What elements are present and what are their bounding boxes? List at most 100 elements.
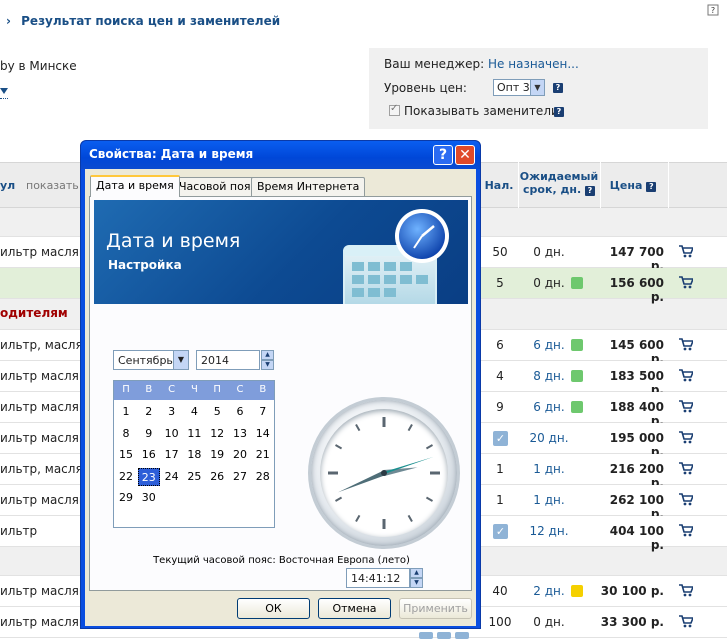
help-icon[interactable]: ?: [646, 182, 657, 192]
calendar-day[interactable]: 3: [161, 403, 183, 421]
cart-icon[interactable]: [679, 245, 695, 261]
show-toggle[interactable]: показать: [26, 179, 79, 192]
apply-button[interactable]: Применить: [399, 598, 472, 619]
checkbox-icon[interactable]: [389, 103, 400, 116]
calendar-day[interactable]: 5: [206, 403, 228, 421]
calendar-day[interactable]: 16: [138, 446, 160, 464]
availability-indicator: [571, 277, 583, 289]
calendar-day[interactable]: 18: [183, 446, 205, 464]
month-select[interactable]: Сентябрь ▼: [113, 350, 189, 370]
row-name[interactable]: ильтр маслян: [0, 369, 87, 383]
calendar-day[interactable]: 7: [252, 403, 274, 421]
calendar-day[interactable]: 2: [138, 403, 160, 421]
row-qty: 9: [496, 400, 504, 414]
calendar-day[interactable]: 4: [183, 403, 205, 421]
row-name[interactable]: ильтр маслян: [0, 431, 87, 445]
spin-up-icon[interactable]: ▲: [261, 350, 274, 360]
breadcrumb: › Результат поиска цен и заменителей: [6, 14, 280, 28]
calendar-day[interactable]: 25: [183, 468, 205, 486]
calendar-day[interactable]: 14: [252, 425, 274, 443]
price-level-select[interactable]: Опт 3 ▼: [493, 79, 545, 96]
timezone-text: Текущий часовой пояс: Восточная Европа (…: [153, 555, 410, 566]
calendar-day[interactable]: 26: [206, 468, 228, 486]
calendar-day[interactable]: 23: [137, 467, 160, 486]
tab-internet-time[interactable]: Время Интернета: [251, 177, 366, 196]
row-name[interactable]: ильтр маслян: [0, 615, 87, 629]
analog-clock: [308, 397, 460, 549]
calendar-day[interactable]: 19: [206, 446, 228, 464]
ok-button[interactable]: ОК: [237, 598, 310, 619]
cart-icon[interactable]: [679, 369, 695, 385]
pager-controls[interactable]: [418, 629, 470, 639]
dialog-body: Дата и время Часовой пояс Время Интернет…: [85, 169, 476, 626]
calendar-day[interactable]: 22: [115, 468, 137, 486]
calendar-day[interactable]: 1: [115, 403, 137, 421]
cart-icon[interactable]: [679, 431, 695, 447]
cart-icon[interactable]: [679, 493, 695, 509]
row-name[interactable]: ильтр маслян: [0, 245, 87, 259]
calendar-day[interactable]: 28: [252, 468, 274, 486]
row-name[interactable]: ильтр: [0, 524, 37, 538]
calendar-day[interactable]: 11: [183, 425, 205, 443]
cart-icon[interactable]: [679, 276, 695, 292]
tab-date-time[interactable]: Дата и время: [90, 175, 180, 197]
row-name[interactable]: ильтр маслян: [0, 584, 87, 598]
column-header-name[interactable]: ул: [0, 179, 15, 192]
calendar-day[interactable]: 17: [161, 446, 183, 464]
help-icon[interactable]: ?: [584, 186, 595, 196]
help-icon[interactable]: ?: [707, 4, 719, 16]
row-qty: 50: [492, 245, 508, 259]
calendar-day[interactable]: 30: [138, 489, 160, 507]
cart-icon[interactable]: [679, 338, 695, 354]
row-name[interactable]: ильтр, маслян: [0, 338, 91, 352]
check-icon: ✓: [493, 431, 508, 446]
row-name[interactable]: ильтр маслян: [0, 400, 87, 414]
spin-down-icon[interactable]: ▼: [261, 360, 274, 370]
city-selector[interactable]: by в Минске: [0, 59, 77, 73]
calendar-day[interactable]: 21: [252, 446, 274, 464]
calendar-day[interactable]: 13: [229, 425, 251, 443]
spin-up-icon[interactable]: ▲: [410, 568, 423, 578]
manager-link[interactable]: Не назначен...: [488, 57, 579, 71]
calendar-day[interactable]: 6: [229, 403, 251, 421]
help-button[interactable]: ?: [433, 145, 453, 165]
chevron-down-icon[interactable]: [0, 88, 8, 96]
help-icon[interactable]: ?: [553, 83, 563, 93]
help-icon[interactable]: ?: [554, 107, 564, 117]
row-qty: 1: [496, 493, 504, 507]
calendar-day[interactable]: 27: [229, 468, 251, 486]
cart-icon[interactable]: [679, 524, 695, 540]
svg-text:?: ?: [711, 6, 715, 15]
year-input[interactable]: 2014: [196, 350, 260, 370]
row-days: 12 дн.: [529, 524, 569, 538]
calendar-day[interactable]: 8: [115, 425, 137, 443]
row-qty: 40: [492, 584, 508, 598]
price-level-label: Уровень цен:: [384, 81, 467, 95]
time-stepper[interactable]: ▲ ▼: [410, 568, 423, 588]
weekday-label: Ч: [190, 384, 198, 395]
show-replacements-checkbox[interactable]: Показывать заменители: [389, 103, 559, 118]
row-name[interactable]: ильтр, маслян: [0, 462, 91, 476]
spin-down-icon[interactable]: ▼: [410, 578, 423, 588]
cart-icon[interactable]: [679, 462, 695, 478]
cancel-button[interactable]: Отмена: [318, 598, 391, 619]
tab-time-zone[interactable]: Часовой пояс: [173, 177, 263, 196]
dialog-titlebar[interactable]: Свойства: Дата и время ? ✕: [81, 141, 480, 169]
calendar-day[interactable]: 12: [206, 425, 228, 443]
close-button[interactable]: ✕: [455, 145, 475, 165]
calendar-day[interactable]: 24: [161, 468, 183, 486]
calendar-day[interactable]: 10: [161, 425, 183, 443]
year-stepper[interactable]: ▲ ▼: [261, 350, 274, 370]
row-qty: 6: [496, 338, 504, 352]
breadcrumb-title[interactable]: Результат поиска цен и заменителей: [21, 14, 280, 28]
time-input[interactable]: 14:41:12: [346, 568, 410, 588]
calendar-day[interactable]: 9: [138, 425, 160, 443]
calendar-day[interactable]: 15: [115, 446, 137, 464]
calendar-day[interactable]: 20: [229, 446, 251, 464]
calendar-day[interactable]: 29: [115, 489, 137, 507]
cart-icon[interactable]: [679, 615, 695, 631]
cart-icon[interactable]: [679, 400, 695, 416]
cart-icon[interactable]: [679, 584, 695, 600]
row-name[interactable]: ильтр маслян: [0, 493, 87, 507]
availability-indicator: [571, 339, 583, 351]
